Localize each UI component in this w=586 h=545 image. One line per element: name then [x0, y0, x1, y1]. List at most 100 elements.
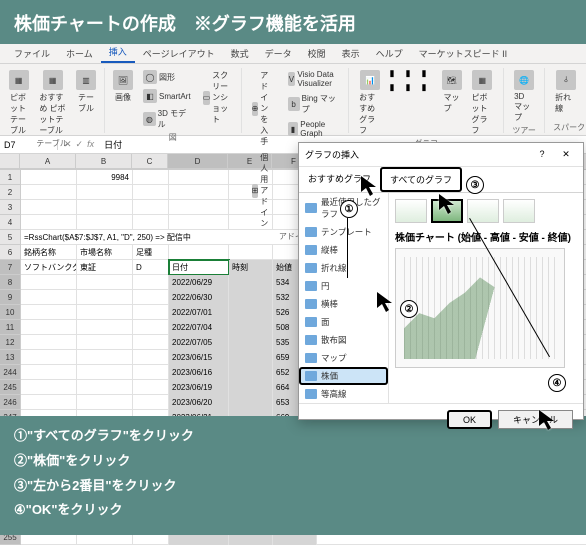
chart-type-icon[interactable]: ▮: [422, 68, 436, 80]
cell[interactable]: 2022/07/04: [169, 320, 229, 335]
tab-home[interactable]: ホーム: [58, 44, 101, 63]
cell[interactable]: [77, 215, 133, 230]
tab-formulas[interactable]: 数式: [223, 44, 257, 63]
my-addins-button[interactable]: ⊞個人用アドイン: [248, 150, 280, 231]
3dmap-button[interactable]: 🌐3D マップ: [510, 68, 538, 125]
row-header[interactable]: 6: [0, 245, 20, 260]
bing-button[interactable]: bBing マップ: [284, 91, 343, 117]
cell[interactable]: [21, 275, 77, 290]
row-header[interactable]: 9: [0, 290, 20, 305]
get-addins-button[interactable]: ⊕アドインを入手: [248, 68, 280, 149]
cell[interactable]: [77, 200, 133, 215]
row-header[interactable]: 246: [0, 395, 20, 410]
row-header[interactable]: 12: [0, 335, 20, 350]
cell[interactable]: 2022/07/01: [169, 305, 229, 320]
chart-category-item[interactable]: 最近使用したグラフ: [299, 193, 388, 223]
cell[interactable]: [77, 395, 133, 410]
cell[interactable]: [229, 380, 273, 395]
cell[interactable]: [229, 305, 273, 320]
tab-recommended[interactable]: おすすめグラフ: [299, 167, 380, 192]
cell[interactable]: [21, 350, 77, 365]
row-header[interactable]: 8: [0, 275, 20, 290]
chart-category-item[interactable]: 円: [299, 277, 388, 295]
people-button[interactable]: ▮People Graph: [284, 118, 343, 140]
spark-line-button[interactable]: ⫰折れ線: [551, 68, 581, 122]
cell[interactable]: [229, 275, 273, 290]
cell[interactable]: [229, 365, 273, 380]
col-header[interactable]: D: [168, 154, 228, 169]
chart-category-item[interactable]: 縦棒: [299, 241, 388, 259]
table-button[interactable]: ▥テーブル: [74, 68, 98, 138]
cell[interactable]: 2022/07/05: [169, 335, 229, 350]
cell[interactable]: [77, 335, 133, 350]
cell[interactable]: [21, 305, 77, 320]
cell[interactable]: [21, 380, 77, 395]
tab-view[interactable]: 表示: [334, 44, 368, 63]
chart-category-item[interactable]: 等高線: [299, 385, 388, 403]
shapes-button[interactable]: ◯図形: [139, 68, 195, 86]
cell[interactable]: [133, 395, 169, 410]
chart-thumb-3[interactable]: [467, 199, 499, 223]
cell[interactable]: [21, 200, 77, 215]
cell[interactable]: [133, 185, 169, 200]
cell[interactable]: [77, 380, 133, 395]
cell[interactable]: [169, 245, 229, 260]
cell[interactable]: [77, 320, 133, 335]
cell[interactable]: [21, 170, 77, 185]
chart-category-item[interactable]: 株価: [299, 367, 388, 385]
cell[interactable]: 市場名称: [77, 245, 133, 260]
cell[interactable]: 日付: [169, 260, 229, 275]
tab-marketspeed[interactable]: マーケットスピード II: [411, 44, 516, 63]
visio-button[interactable]: VVisio Data Visualizer: [284, 68, 343, 90]
cell[interactable]: [133, 170, 169, 185]
tab-data[interactable]: データ: [257, 44, 300, 63]
cell[interactable]: 2023/06/20: [169, 395, 229, 410]
tab-review[interactable]: 校閲: [300, 44, 334, 63]
chart-category-item[interactable]: 折れ線: [299, 259, 388, 277]
cell[interactable]: [77, 275, 133, 290]
cell[interactable]: ソフトバンクグループ: [21, 260, 77, 275]
cell[interactable]: [77, 365, 133, 380]
cell[interactable]: [229, 245, 273, 260]
cell[interactable]: [229, 350, 273, 365]
chart-type-icon[interactable]: ▮: [422, 82, 436, 94]
pivot-table-button[interactable]: ▦ピボットテーブル: [6, 68, 31, 138]
cell[interactable]: 9984: [77, 170, 133, 185]
cell[interactable]: 2023/06/19: [169, 380, 229, 395]
row-header[interactable]: 10: [0, 305, 20, 320]
chart-type-icon[interactable]: ▮: [406, 68, 420, 80]
chart-category-item[interactable]: 面: [299, 313, 388, 331]
cell[interactable]: 2023/06/15: [169, 350, 229, 365]
chart-category-item[interactable]: テンプレート: [299, 223, 388, 241]
cell[interactable]: [229, 335, 273, 350]
cell[interactable]: [229, 290, 273, 305]
cell[interactable]: [133, 335, 169, 350]
row-header[interactable]: 4: [0, 215, 20, 230]
col-header[interactable]: A: [20, 154, 76, 169]
picture-button[interactable]: 🖼画像: [111, 68, 135, 132]
row-header[interactable]: 244: [0, 365, 20, 380]
chart-type-icon[interactable]: ▮: [406, 82, 420, 94]
cell[interactable]: D: [133, 260, 169, 275]
cell[interactable]: [133, 365, 169, 380]
3dmodel-button[interactable]: ◍3D モデル: [139, 106, 195, 132]
cell[interactable]: [77, 350, 133, 365]
tab-insert[interactable]: 挿入: [101, 42, 135, 63]
row-header[interactable]: 3: [0, 200, 20, 215]
chart-category-item[interactable]: 散布図: [299, 331, 388, 349]
tab-all-charts[interactable]: すべてのグラフ: [380, 167, 462, 192]
cell[interactable]: [169, 215, 229, 230]
row-header[interactable]: 5: [0, 230, 20, 245]
cell[interactable]: 2022/06/29: [169, 275, 229, 290]
rec-pivot-button[interactable]: ▦おすすめ ピボットテーブル: [35, 68, 70, 138]
cell[interactable]: [229, 395, 273, 410]
chart-thumb-2[interactable]: [431, 199, 463, 223]
cell[interactable]: 足種: [133, 245, 169, 260]
chart-thumb-4[interactable]: [503, 199, 535, 223]
cell[interactable]: [133, 320, 169, 335]
chart-thumb-1[interactable]: [395, 199, 427, 223]
row-header[interactable]: 13: [0, 350, 20, 365]
map-button[interactable]: 🗺マップ: [440, 68, 464, 138]
col-header[interactable]: C: [132, 154, 168, 169]
cell[interactable]: 時刻: [229, 260, 273, 275]
